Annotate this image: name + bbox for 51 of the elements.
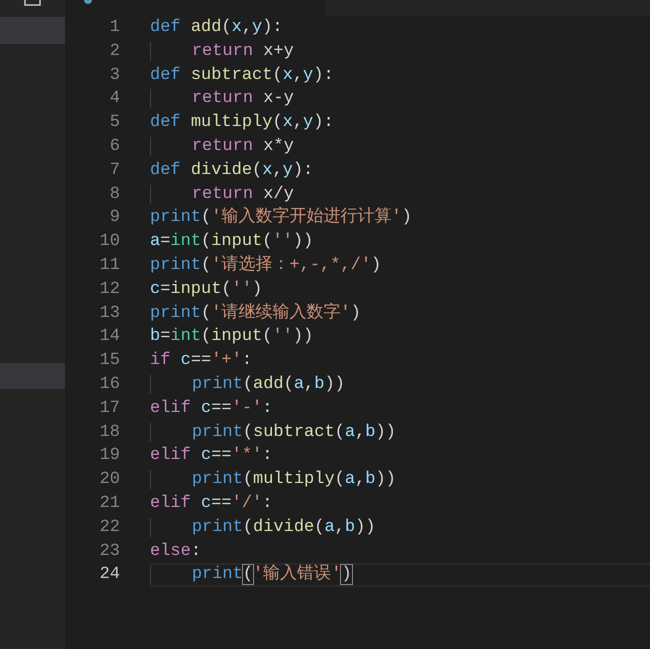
- line-number: 23: [98, 540, 120, 563]
- code-line: def multiply(x,y):: [150, 112, 335, 134]
- line-number: 4: [108, 88, 120, 110]
- code-line: b=int(input('')): [150, 326, 314, 348]
- code-line: print('请选择：+,-,*,/'): [150, 254, 382, 277]
- line-number: 14: [98, 326, 120, 348]
- line-number: 5: [108, 112, 120, 134]
- sidebar-row[interactable]: [0, 362, 65, 390]
- line-number: 18: [98, 422, 120, 444]
- line-number: 9: [108, 207, 120, 230]
- line-number: 3: [108, 64, 120, 87]
- line-number: 1: [108, 17, 120, 39]
- code-line: def add(x,y):: [150, 17, 284, 39]
- code-line: elif c=='/':: [150, 492, 274, 515]
- line-number: 21: [98, 492, 120, 515]
- editor-tab[interactable]: [65, 0, 325, 16]
- line-number: 19: [98, 445, 120, 468]
- line-number: 8: [108, 184, 120, 206]
- code-line: return x/y: [150, 182, 650, 206]
- code-line: return x-y: [150, 87, 650, 112]
- code-line: print('请继续输入数字'): [150, 302, 362, 325]
- code-line: print('输入数字开始进行计算'): [150, 206, 413, 230]
- line-number: 7: [108, 160, 120, 182]
- line-number: 11: [98, 254, 120, 277]
- line-number: 22: [98, 516, 120, 539]
- line-number: 12: [98, 278, 120, 301]
- line-number: 10: [98, 231, 120, 254]
- code-line: def subtract(x,y):: [150, 64, 335, 87]
- code-line: print(subtract(a,b)): [150, 420, 650, 444]
- line-number: 16: [98, 374, 120, 396]
- line-number: 6: [108, 136, 120, 158]
- code-line: return x*y: [150, 134, 650, 159]
- sidebar-row[interactable]: [0, 17, 65, 44]
- code-line: print(multiply(a,b)): [150, 468, 650, 492]
- line-number: 20: [98, 469, 120, 492]
- code-line: return x+y: [150, 40, 650, 64]
- line-number: 13: [98, 302, 120, 325]
- code-line: else:: [150, 540, 202, 563]
- line-number: 24: [98, 564, 120, 586]
- code-line: def divide(x,y):: [150, 160, 314, 182]
- code-line: elif c=='-':: [150, 398, 274, 420]
- code-line: print(add(a,b)): [150, 372, 650, 397]
- code-line: if c=='+':: [150, 350, 254, 372]
- code-line: print(divide(a,b)): [150, 516, 650, 540]
- code-line: elif c=='*':: [150, 445, 274, 468]
- code-line: a=int(input('')): [150, 231, 314, 254]
- line-number: 2: [108, 40, 120, 63]
- line-number: 17: [98, 398, 120, 420]
- code-line: c=input(''): [150, 278, 264, 301]
- line-number: 15: [98, 350, 120, 372]
- code-line: print('输入错误'): [150, 563, 650, 588]
